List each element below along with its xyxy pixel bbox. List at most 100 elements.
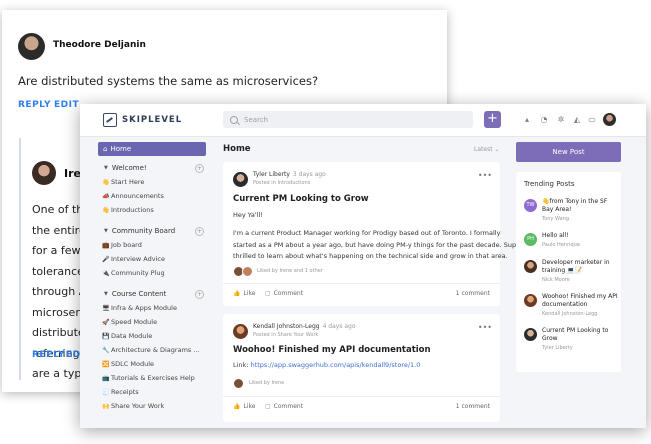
liker-avatar xyxy=(242,266,253,277)
sidebar-item-share-your-work[interactable]: 🙌 Share Your Work xyxy=(102,402,164,410)
trending-post-title[interactable]: Woohoo! Finished my API documentation xyxy=(542,293,620,309)
trending-post-title[interactable]: Developer marketer in training 💻📝 xyxy=(542,259,620,275)
search-input[interactable]: Search xyxy=(223,111,473,128)
post-greeting: Hey Ya'll! xyxy=(233,211,263,219)
trending-item[interactable]: TW 👋from Tony in the SF Bay Area! Tony W… xyxy=(524,198,619,222)
add-icon[interactable]: + xyxy=(195,164,204,173)
sidebar-item-label: Interview Advice xyxy=(111,255,165,263)
wave-icon: 👋 xyxy=(102,207,110,214)
gear-icon[interactable]: ✲ xyxy=(557,116,565,124)
post-time: 3 days ago xyxy=(292,171,326,178)
liked-by-text[interactable]: Liked by Irene xyxy=(249,380,284,386)
add-icon[interactable]: + xyxy=(195,290,204,299)
wave-icon: 👋 xyxy=(102,179,110,186)
trending-item[interactable]: Developer marketer in training 💻📝 Nick M… xyxy=(524,259,619,283)
sidebar-item-receipts[interactable]: 🧾 Receipts xyxy=(102,388,139,396)
sidebar-item-data[interactable]: 💾 Data Module xyxy=(102,332,152,340)
section-title: Course Content xyxy=(111,290,167,298)
trending-avatar xyxy=(524,260,537,273)
post-author-name[interactable]: Tyler Liberty xyxy=(253,171,290,178)
trending-avatar: TW xyxy=(524,199,537,212)
add-icon[interactable]: + xyxy=(195,227,204,236)
like-button[interactable]: 👍 Like xyxy=(233,403,255,410)
comment-count[interactable]: 1 comment xyxy=(456,290,490,297)
search-icon xyxy=(230,115,238,124)
sidebar: ⌂ Home ▼ Welcome! + 👋 Start Here 📣 Announc… xyxy=(98,142,206,410)
sidebar-item-label: SDLC Module xyxy=(111,360,154,368)
reply-author-avatar xyxy=(32,161,56,185)
post-category[interactable]: Posted in Share Your Work xyxy=(253,332,318,338)
receipt-icon: 🧾 xyxy=(102,389,110,396)
trending-item[interactable]: Woohoo! Finished my API documentation Ke… xyxy=(524,293,619,317)
sidebar-item-speed[interactable]: 🚀 Speed Module xyxy=(102,318,157,326)
liked-by-text[interactable]: Liked by Irene and 1 other xyxy=(257,268,323,274)
post-time: 4 days ago xyxy=(322,323,356,330)
sidebar-item-label: Introductions xyxy=(111,206,154,214)
sidebar-item-label: Job board xyxy=(111,241,142,249)
reply-button[interactable]: REPLY xyxy=(18,100,51,110)
post-title[interactable]: Current PM Looking to Grow xyxy=(233,194,369,204)
liker-avatar xyxy=(233,378,244,389)
thumbs-up-icon[interactable]: ▴ xyxy=(523,116,531,124)
megaphone-icon: 📣 xyxy=(102,193,110,200)
new-post-button[interactable]: New Post xyxy=(516,142,621,162)
post-link: Link: https://app.swaggerhub.com/apis/ke… xyxy=(233,360,420,372)
sidebar-item-interview-advice[interactable]: 🎤 Interview Advice xyxy=(102,255,165,263)
trending-post-title[interactable]: 👋from Tony in the SF Bay Area! xyxy=(542,198,620,214)
sidebar-item-tutorials[interactable]: 📺 Tutorials & Exercises Help xyxy=(102,374,195,382)
sidebar-item-infra-apps[interactable]: 🖥Infra & Apps Module xyxy=(102,304,177,312)
sidebar-item-label: Share Your Work xyxy=(111,402,165,410)
post-author-avatar[interactable] xyxy=(233,172,248,187)
link-label: Link: xyxy=(233,361,249,369)
sidebar-item-community-plug[interactable]: 🔌 Community Plug xyxy=(102,269,165,277)
bell-icon[interactable]: ◭ xyxy=(573,116,581,124)
post-title[interactable]: Woohoo! Finished my API documentation xyxy=(233,345,431,355)
sidebar-item-home[interactable]: ⌂ Home xyxy=(98,142,206,156)
sidebar-item-start-here[interactable]: 👋 Start Here xyxy=(102,178,144,186)
briefcase-icon: 💼 xyxy=(102,242,110,249)
trending-item[interactable]: PH Hello all! Paulo Henrique xyxy=(524,232,619,252)
user-avatar[interactable] xyxy=(603,113,616,126)
sidebar-item-announcements[interactable]: 📣 Announcements xyxy=(102,192,164,200)
sidebar-item-label: Infra & Apps Module xyxy=(111,304,177,312)
section-course-content[interactable]: ▼ Course Content + xyxy=(104,290,204,299)
comment-button[interactable]: ▢ Comment xyxy=(265,290,303,297)
thumbs-up-icon: 👍 xyxy=(233,290,241,297)
more-options-icon[interactable]: ••• xyxy=(478,171,492,180)
page-title: Home xyxy=(223,144,251,154)
sidebar-item-introductions[interactable]: 👋 Introductions xyxy=(102,206,154,214)
logo[interactable]: SKIPLEVEL xyxy=(103,113,182,127)
api-doc-link[interactable]: https://app.swaggerhub.com/apis/kendall9… xyxy=(251,361,421,369)
create-button[interactable]: + xyxy=(484,111,501,128)
post-author-name[interactable]: Kendall Johnston-Legg xyxy=(253,323,320,330)
trending-post-title[interactable]: Current PM Looking to Grow xyxy=(542,327,620,343)
raised-hands-icon: 🙌 xyxy=(102,403,110,410)
trending-post-title[interactable]: Hello all! xyxy=(542,232,620,240)
thread-question: Are distributed systems the same as micr… xyxy=(18,74,319,88)
sidebar-item-label: Tutorials & Exercises Help xyxy=(111,374,195,382)
trending-post-author: Tony Wang xyxy=(542,216,570,222)
sidebar-item-sdlc[interactable]: 🔀 SDLC Module xyxy=(102,360,154,368)
members-icon[interactable]: ◔ xyxy=(540,116,548,124)
like-label: Like xyxy=(243,290,256,297)
messages-icon[interactable]: ▭ xyxy=(588,116,596,124)
trending-post-author: Tyler Liberty xyxy=(542,345,573,351)
post-card[interactable]: Tyler Liberty 3 days ago Posted in Introd… xyxy=(223,162,523,306)
comment-count[interactable]: 1 comment xyxy=(456,403,490,410)
post-card[interactable]: Kendall Johnston-Legg 4 days ago Posted i… xyxy=(223,314,500,422)
caret-down-icon: ▼ xyxy=(104,165,108,171)
sidebar-item-job-board[interactable]: 💼 Job board xyxy=(102,241,142,249)
reply-button[interactable]: REPLY xyxy=(32,350,65,360)
post-author-avatar[interactable] xyxy=(233,324,248,339)
sort-dropdown[interactable]: Latest ⌄ xyxy=(474,146,499,153)
sidebar-item-architecture[interactable]: 🔧 Architecture & Diagrams ... xyxy=(102,346,200,354)
section-welcome[interactable]: ▼ Welcome! + xyxy=(104,164,204,173)
comment-button[interactable]: ▢ Comment xyxy=(265,403,303,410)
trending-title: Trending Posts xyxy=(524,180,575,188)
post-category[interactable]: Posted in Introductions xyxy=(253,180,310,186)
edit-button[interactable]: EDIT xyxy=(54,100,79,110)
section-community-board[interactable]: ▼ Community Board + xyxy=(104,227,204,236)
more-options-icon[interactable]: ••• xyxy=(478,323,492,332)
trending-item[interactable]: Current PM Looking to Grow Tyler Liberty xyxy=(524,327,619,351)
like-button[interactable]: 👍 Like xyxy=(233,290,255,297)
